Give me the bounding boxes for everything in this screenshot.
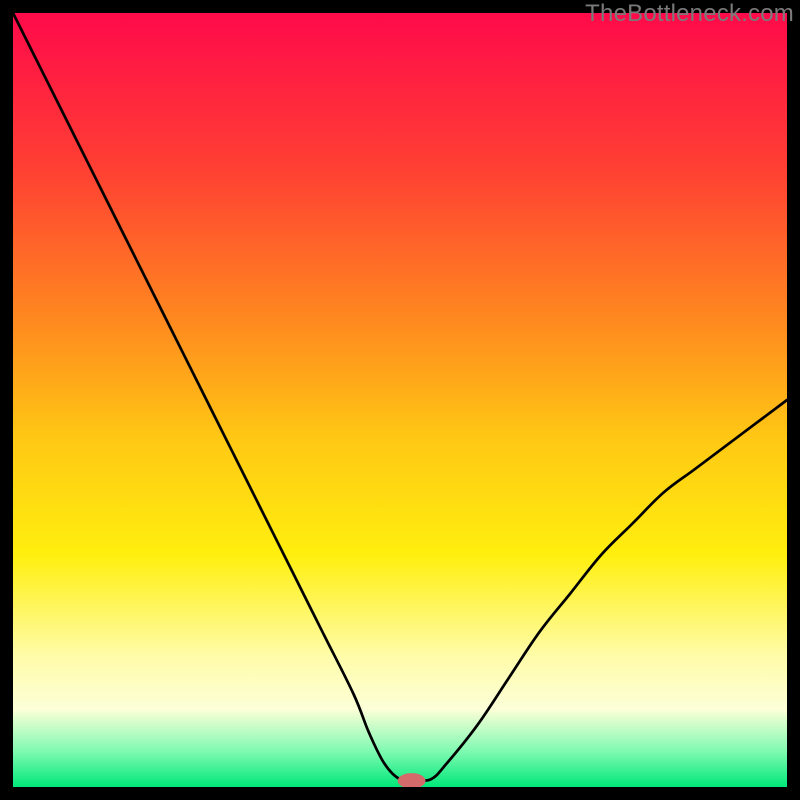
- watermark-text: TheBottleneck.com: [585, 0, 794, 28]
- chart-frame: TheBottleneck.com: [13, 13, 787, 787]
- bottleneck-chart: [13, 13, 787, 787]
- gradient-background: [13, 13, 787, 787]
